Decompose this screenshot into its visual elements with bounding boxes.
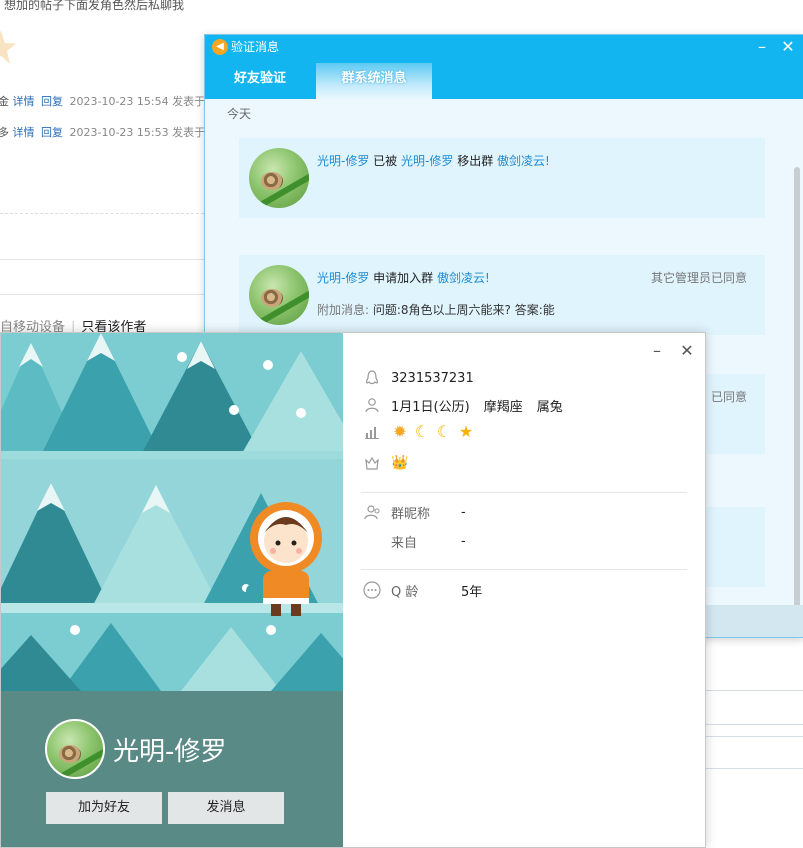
status-text: 其它管理员已同意 (650, 271, 747, 285)
message-verb: 移出群 (457, 154, 494, 168)
message-verb: 申请加入群 (373, 271, 434, 285)
divider (361, 492, 687, 493)
from-row: 来自 - (361, 530, 466, 552)
birthday: 1月1日(公历) (391, 399, 470, 415)
extra-label: 附加消息: (317, 303, 370, 317)
qq-age-label: Q 龄 (391, 584, 419, 600)
qq-number: 3231537231 (391, 370, 474, 386)
profile-card-window: 光明-修罗 加为好友 发消息 – ✕ 3231537231 1月1日(公历) 摩… (0, 332, 706, 848)
penguin-icon (361, 367, 383, 389)
user-link[interactable]: 光明-修罗 (317, 271, 369, 285)
divider (0, 294, 210, 295)
status-text: 已同意 (710, 390, 747, 404)
add-friend-button[interactable]: 加为好友 (46, 792, 162, 824)
post-row: 金 详情 回复 2023-10-23 15:54 发表于:北京 (0, 93, 231, 109)
message-verb: 已被 (373, 154, 398, 168)
close-icon[interactable]: ✕ (777, 36, 799, 58)
star-icon: ★ (458, 422, 474, 441)
qq-number-row: 3231537231 (361, 367, 474, 389)
message-text: 光明-修罗 已被 光明-修罗 移出群 傲剑凌云! (317, 152, 550, 169)
blank-icon (361, 530, 383, 552)
list-item[interactable]: 光明-修罗 已被 光明-修罗 移出群 傲剑凌云! (239, 138, 765, 218)
divider (705, 690, 803, 691)
from-value: - (461, 533, 466, 549)
list-item[interactable]: 光明-修罗 申请加入群 傲剑凌云! 其它管理员已同意 附加消息: 问题:8角色以… (239, 255, 765, 335)
snail-shape (261, 289, 283, 307)
group-nickname-row: 群昵称 - (361, 501, 466, 523)
scrollbar[interactable] (794, 167, 800, 627)
crown-icon (361, 452, 383, 474)
profile-name: 光明-修罗 (113, 737, 227, 767)
chart-icon (361, 421, 383, 443)
more-icon[interactable] (361, 579, 383, 601)
extra-message: 附加消息: 问题:8角色以上周六能来? 答案:能 (317, 301, 555, 318)
chinese-zodiac: 属兔 (536, 399, 563, 415)
qq-age-row: Q 龄 5年 (361, 579, 482, 601)
group-member-icon (361, 501, 383, 523)
message-text: 光明-修罗 申请加入群 傲剑凌云! (317, 269, 490, 286)
winter-scene-illustration (1, 333, 343, 691)
vip-row[interactable]: 👑 (361, 452, 413, 474)
send-message-button[interactable]: 发消息 (168, 792, 284, 824)
row-prefix: 金 (0, 95, 9, 108)
group-link[interactable]: 傲剑凌云! (497, 154, 550, 168)
detail-link[interactable]: 详情 (13, 95, 35, 108)
tab-group-system-messages[interactable]: 群系统消息 (316, 63, 432, 99)
divider (361, 569, 687, 570)
avatar[interactable] (45, 719, 105, 779)
post-hint-text: 想加的帖子下面发角色然后私聊我 (4, 0, 185, 12)
tab-friend-verify[interactable]: 好友验证 (205, 63, 315, 99)
snail-shape (59, 745, 81, 763)
divider (0, 259, 210, 260)
divider (705, 724, 803, 725)
row-prefix: 多 (0, 126, 9, 139)
post-meta: 2023-10-23 15:53 发表于:山 (69, 126, 220, 139)
reply-link[interactable]: 回复 (41, 95, 63, 108)
level-row[interactable]: ✹ ☾ ☾ ★ (361, 421, 479, 443)
detail-link[interactable]: 详情 (13, 126, 35, 139)
moon-icon: ☾ (414, 422, 430, 441)
avatar[interactable] (249, 265, 309, 325)
profile-name-panel: 光明-修罗 加为好友 发消息 (1, 691, 343, 847)
group-nickname-label: 群昵称 (391, 506, 431, 522)
profile-info-panel: – ✕ 3231537231 1月1日(公历) 摩羯座 属兔 ✹ ☾ ☾ ★ 👑… (343, 333, 705, 847)
user-link[interactable]: 光明-修罗 (317, 154, 369, 168)
person-icon (361, 394, 383, 416)
group-link[interactable]: 傲剑凌云! (437, 271, 490, 285)
divider (705, 768, 803, 769)
birthday-row: 1月1日(公历) 摩羯座 属兔 (361, 394, 563, 416)
avatar[interactable] (249, 148, 309, 208)
post-row: 多 详情 回复 2023-10-23 15:53 发表于:山 (0, 124, 220, 140)
actor-link[interactable]: 光明-修罗 (401, 154, 453, 168)
group-nickname-value: - (461, 504, 466, 520)
minimize-icon[interactable]: – (647, 341, 667, 361)
close-icon[interactable]: ✕ (677, 341, 697, 361)
extra-value: 问题:8角色以上周六能来? 答案:能 (372, 303, 555, 317)
minimize-icon[interactable]: – (751, 36, 773, 58)
decorative-star-icon (0, 30, 16, 64)
window-title: 验证消息 (231, 40, 280, 54)
snail-shape (261, 172, 283, 190)
title-bar[interactable]: ◀ 验证消息 – ✕ 好友验证 群系统消息 (205, 35, 803, 99)
day-label: 今天 (227, 107, 252, 121)
moon-icon: ☾ (436, 422, 452, 441)
reply-link[interactable]: 回复 (41, 126, 63, 139)
divider (705, 736, 803, 737)
from-label: 来自 (391, 535, 418, 551)
divider (0, 213, 204, 214)
speaker-icon: ◀ (212, 39, 228, 55)
zodiac: 摩羯座 (483, 399, 523, 415)
vip-badge-icon[interactable]: 👑 (391, 454, 409, 472)
sun-icon: ✹ (393, 422, 407, 441)
qq-age-value: 5年 (461, 584, 483, 600)
profile-cover: 光明-修罗 加为好友 发消息 (1, 333, 343, 847)
